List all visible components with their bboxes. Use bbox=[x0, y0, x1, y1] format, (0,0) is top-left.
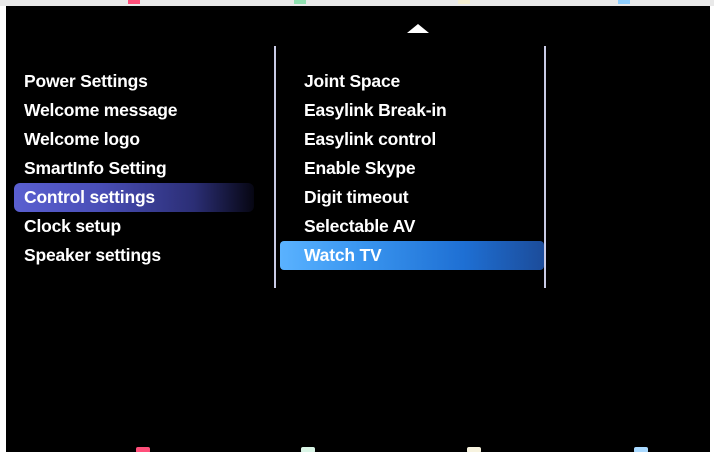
settings-category-menu: Power Settings Welcome message Welcome l… bbox=[14, 67, 254, 270]
menu-item-power-settings[interactable]: Power Settings bbox=[14, 67, 254, 96]
submenu-item-digit-timeout[interactable]: Digit timeout bbox=[280, 183, 544, 212]
triangle-up-icon[interactable] bbox=[407, 24, 429, 33]
menu-divider-right bbox=[544, 46, 546, 288]
green-key-indicator bbox=[301, 447, 315, 452]
submenu-item-joint-space[interactable]: Joint Space bbox=[280, 67, 544, 96]
menu-item-control-settings[interactable]: Control settings bbox=[14, 183, 254, 212]
green-key-tick bbox=[294, 0, 306, 4]
menu-item-welcome-logo[interactable]: Welcome logo bbox=[14, 125, 254, 154]
menu-item-welcome-message[interactable]: Welcome message bbox=[14, 96, 254, 125]
submenu-item-easylink-control[interactable]: Easylink control bbox=[280, 125, 544, 154]
blue-key-indicator bbox=[634, 447, 648, 452]
red-key-tick bbox=[128, 0, 140, 4]
menu-divider-left bbox=[274, 46, 276, 288]
yellow-key-tick bbox=[458, 0, 470, 4]
submenu-item-selectable-av[interactable]: Selectable AV bbox=[280, 212, 544, 241]
menu-item-smartinfo-setting[interactable]: SmartInfo Setting bbox=[14, 154, 254, 183]
menu-item-clock-setup[interactable]: Clock setup bbox=[14, 212, 254, 241]
yellow-key-indicator bbox=[467, 447, 481, 452]
submenu-item-watch-tv[interactable]: Watch TV bbox=[280, 241, 544, 270]
tv-settings-screen: Power Settings Welcome message Welcome l… bbox=[6, 6, 710, 452]
control-settings-submenu: Joint Space Easylink Break-in Easylink c… bbox=[280, 67, 544, 270]
submenu-item-easylink-break-in[interactable]: Easylink Break-in bbox=[280, 96, 544, 125]
red-key-indicator bbox=[136, 447, 150, 452]
menu-item-speaker-settings[interactable]: Speaker settings bbox=[14, 241, 254, 270]
submenu-item-enable-skype[interactable]: Enable Skype bbox=[280, 154, 544, 183]
blue-key-tick bbox=[618, 0, 630, 4]
